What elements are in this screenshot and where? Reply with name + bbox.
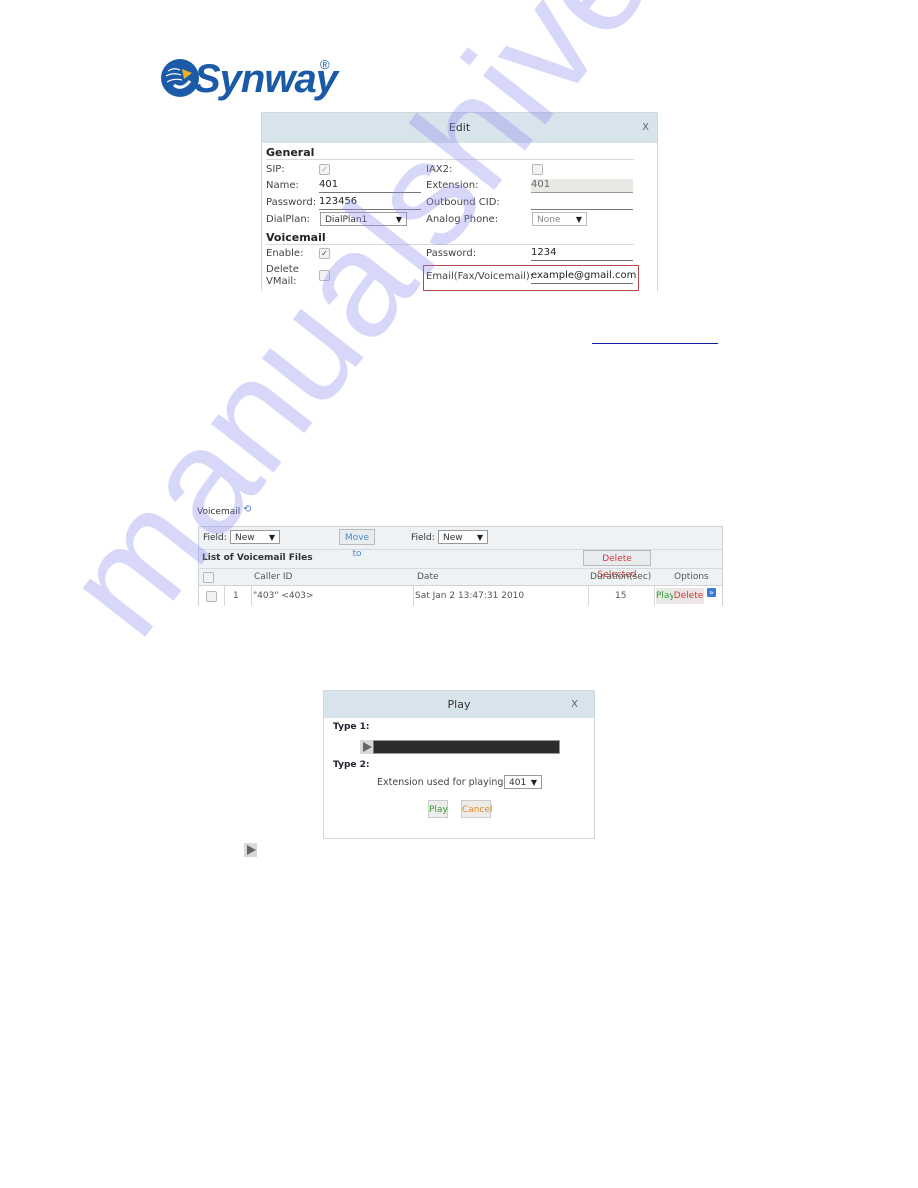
field-select-1[interactable]: New ▼ <box>230 530 280 544</box>
column-date: Date <box>417 572 439 582</box>
column-separator <box>224 586 225 606</box>
play-dialog-header: Play X <box>324 691 594 718</box>
sip-label: SIP: <box>266 164 285 175</box>
column-separator <box>251 586 252 606</box>
play-triangle-icon[interactable] <box>360 740 373 754</box>
dialplan-select-value: DialPlan1 <box>325 215 368 225</box>
analog-phone-label: Analog Phone: <box>426 214 499 225</box>
expand-down-icon[interactable]: » <box>707 588 716 597</box>
field-select-2[interactable]: New ▼ <box>438 530 488 544</box>
field-label-2: Field: <box>411 533 435 543</box>
field-select-2-value: New <box>443 533 463 543</box>
registered-mark: ® <box>320 57 330 72</box>
row-duration: 15 <box>615 591 627 601</box>
type1-label: Type 1: <box>333 722 370 732</box>
extension-input: 401 <box>531 179 633 193</box>
chevron-down-icon: ▼ <box>268 533 275 542</box>
field-label-1: Field: <box>203 533 227 543</box>
column-caller-id: Caller ID <box>254 572 293 582</box>
delete-vmail-checkbox[interactable] <box>319 270 330 281</box>
outbound-cid-label: Outbound CID: <box>426 197 500 208</box>
analog-phone-select-value: None <box>537 215 561 225</box>
iax2-label: IAX2: <box>426 164 453 175</box>
play-dialog-title: Play <box>447 698 471 711</box>
column-separator <box>654 586 655 606</box>
extension-label: Extension: <box>426 180 479 191</box>
vm-enable-checkbox[interactable]: ✓ <box>319 248 330 259</box>
dialplan-select[interactable]: DialPlan1 ▼ <box>320 212 407 226</box>
general-section-title: General <box>266 146 315 159</box>
row-delete-button[interactable]: Delete <box>673 588 704 604</box>
field-select-1-value: New <box>235 533 255 543</box>
play-dialog: Play X Type 1: Type 2: Extension used fo… <box>323 690 595 839</box>
list-title: List of Voicemail Files <box>202 553 313 563</box>
chevron-down-icon: ▼ <box>530 778 537 787</box>
delete-selected-button[interactable]: Delete Selected <box>583 550 651 580</box>
refresh-icon[interactable]: ⟲ <box>243 504 251 515</box>
cancel-button[interactable]: Cancel <box>461 800 493 818</box>
select-all-checkbox[interactable] <box>203 572 214 583</box>
synway-logo: Synway ® <box>160 55 350 105</box>
voicemail-divider <box>266 244 634 245</box>
type2-label: Type 2: <box>333 760 370 770</box>
row-play-button[interactable]: Play <box>656 588 675 604</box>
extension-playing-select[interactable]: 401 ▼ <box>504 775 542 789</box>
close-icon[interactable]: X <box>642 113 649 143</box>
edit-dialog-title: Edit <box>448 121 471 134</box>
column-duration: Duration(sec) <box>590 572 652 582</box>
outbound-cid-input[interactable] <box>531 196 633 210</box>
dialplan-label: DialPlan: <box>266 214 311 225</box>
column-separator <box>588 586 589 606</box>
row-index: 1 <box>233 591 239 601</box>
name-input[interactable]: 401 <box>319 179 421 193</box>
analog-phone-select[interactable]: None ▼ <box>532 212 587 226</box>
password-input[interactable]: 123456 <box>319 196 421 210</box>
chevron-down-icon: ▼ <box>575 215 582 224</box>
email-label: Email(Fax/Voicemail): <box>426 271 534 282</box>
edit-dialog-header: Edit X <box>262 113 657 143</box>
vm-enable-label: Enable: <box>266 248 304 259</box>
column-separator <box>413 586 414 606</box>
play-button[interactable]: Play <box>428 800 448 818</box>
table-row: 1 "403" <403> Sat Jan 2 13:47:31 2010 15… <box>199 585 722 606</box>
audio-player[interactable] <box>360 740 560 754</box>
delete-vmail-label-line2: VMail: <box>266 276 297 287</box>
delete-vmail-label-line1: Delete <box>266 264 299 275</box>
close-icon[interactable]: X <box>571 691 578 718</box>
vm-password-input[interactable]: 1234 <box>531 247 633 261</box>
vm-password-label: Password: <box>426 248 477 259</box>
voicemail-panel-title: Voicemail <box>197 507 241 517</box>
sip-checkbox[interactable]: ✓ <box>319 164 330 175</box>
row-checkbox[interactable] <box>206 591 217 602</box>
chevron-down-icon: ▼ <box>395 215 402 224</box>
column-options: Options <box>674 572 709 582</box>
name-label: Name: <box>266 180 299 191</box>
voicemail-panel: Field: New ▼ Move to Field: New ▼ List o… <box>198 526 723 606</box>
play-triangle-icon <box>244 843 257 857</box>
iax2-checkbox[interactable] <box>532 164 543 175</box>
voicemail-section-title: Voicemail <box>266 231 326 244</box>
delete-vmail-label: Delete VMail: <box>266 264 299 288</box>
row-caller-id: "403" <403> <box>253 591 314 601</box>
row-date: Sat Jan 2 13:47:31 2010 <box>415 591 525 601</box>
player-progress-marker <box>373 741 374 753</box>
extension-playing-label: Extension used for playing: <box>377 777 507 788</box>
move-to-button[interactable]: Move to <box>339 529 375 559</box>
general-divider <box>266 159 634 160</box>
password-label: Password: <box>266 197 317 208</box>
list-title-row: List of Voicemail Files Delete Selected <box>199 550 722 580</box>
voicemail-toolbar: Field: New ▼ Move to Field: New ▼ <box>199 527 722 559</box>
brand-name: Synway <box>194 57 338 101</box>
hyperlink-underline[interactable] <box>592 343 718 344</box>
extension-playing-value: 401 <box>509 778 527 788</box>
edit-dialog: Edit X General SIP: ✓ IAX2: Name: 401 Ex… <box>261 112 658 291</box>
email-input[interactable]: example@gmail.com <box>531 270 636 284</box>
table-header: Caller ID Date Duration(sec) Options <box>199 569 722 585</box>
chevron-down-icon: ▼ <box>476 533 483 542</box>
